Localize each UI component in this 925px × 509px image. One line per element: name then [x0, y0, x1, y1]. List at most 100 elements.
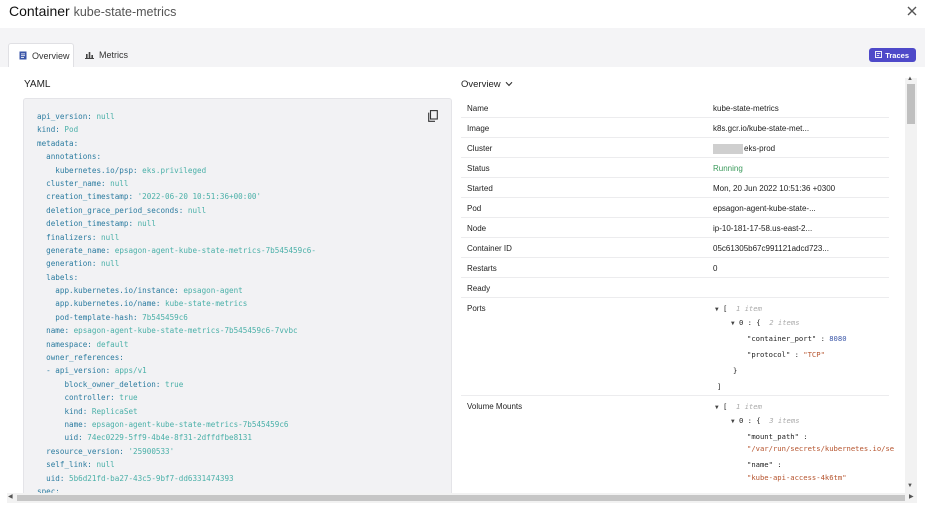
scroll-up-icon[interactable]: ▲ — [907, 76, 913, 82]
yaml-key: api_version: — [37, 112, 92, 121]
row-label: Node — [467, 224, 487, 233]
yaml-value: 74ec0229-5ff9-4b4e-8f31-2dffdfbe8131 — [82, 433, 252, 443]
yaml-indent — [37, 433, 64, 442]
cluster-value: eks-prod — [744, 144, 776, 154]
yaml-indent — [37, 286, 55, 295]
copy-icon[interactable] — [428, 109, 438, 127]
yaml-key: app.kubernetes.io/instance: — [55, 286, 179, 296]
yaml-value: null — [91, 112, 115, 121]
yaml-line: annotations: — [37, 150, 316, 163]
title-name: kube-state-metrics — [73, 5, 177, 19]
row-value: 0 — [713, 264, 718, 273]
yaml-key: name: — [64, 419, 88, 429]
yaml-value: kube-state-metrics — [160, 299, 248, 309]
yaml-line: generate_name: epsagon-agent-kube-state-… — [37, 244, 316, 257]
volume-mounts-row: Volume Mounts ▼ [ 1 item ▼ 0 : { 3 items… — [461, 396, 894, 506]
tab-metrics[interactable]: Metrics — [75, 43, 138, 67]
yaml-value: true — [114, 393, 138, 403]
yaml-indent — [37, 353, 46, 362]
yaml-indent: - — [37, 366, 56, 376]
vertical-scrollbar[interactable]: ▲ ▼ — [905, 76, 917, 494]
yaml-value: null — [96, 259, 120, 269]
yaml-key: finalizers: — [46, 232, 97, 242]
yaml-value: null — [105, 178, 129, 188]
volume-outer-toggle[interactable]: ▼ [ 1 item — [715, 400, 762, 414]
horizontal-scroll-thumb[interactable] — [17, 495, 905, 501]
yaml-line: controller: true — [37, 391, 316, 404]
json-bracket: ] — [717, 382, 722, 391]
yaml-key: generate_name: — [46, 245, 111, 255]
yaml-indent — [37, 259, 46, 268]
scroll-left-icon[interactable]: ◀ — [8, 493, 13, 500]
traces-button[interactable]: Traces — [869, 48, 916, 62]
yaml-line: generation: null — [37, 257, 316, 270]
yaml-line: kind: ReplicaSet — [37, 405, 316, 418]
scroll-right-icon[interactable]: ▶ — [909, 493, 914, 500]
yaml-key: name: — [46, 326, 70, 336]
yaml-line: finalizers: null — [37, 231, 316, 244]
row-value: 05c61305b67c991121adcd723... — [713, 244, 829, 253]
volume-item-toggle[interactable]: ▼ 0 : { 3 items — [731, 414, 800, 428]
yaml-line: cluster_name: null — [37, 177, 316, 190]
yaml-value: null — [91, 460, 115, 470]
yaml-line: self_link: null — [37, 458, 316, 471]
ports-outer-toggle[interactable]: ▼ [ 1 item — [715, 302, 762, 316]
caret-down-icon: ▼ — [731, 320, 735, 327]
yaml-indent — [37, 166, 55, 175]
tab-overview[interactable]: Overview — [8, 43, 74, 67]
json-entry: "protocol" : "TCP" — [747, 350, 825, 359]
yaml-key: annotations: — [46, 152, 102, 162]
yaml-indent — [37, 206, 46, 215]
yaml-key: namespace: — [46, 339, 92, 349]
yaml-indent — [37, 219, 46, 228]
yaml-value: Pod — [59, 125, 79, 135]
ports-item-toggle[interactable]: ▼ 0 : { 2 items — [731, 316, 800, 330]
close-icon[interactable] — [905, 4, 919, 18]
yaml-key: cluster_name: — [46, 178, 106, 188]
yaml-indent — [37, 407, 64, 416]
caret-down-icon: ▼ — [731, 418, 735, 425]
row-value: ip-10-181-17-58.us-east-2... — [713, 224, 813, 233]
yaml-value: epsagon-agent-kube-state-metrics-7b54545… — [69, 326, 298, 336]
table-row: Pod epsagon-agent-kube-state-... — [461, 198, 889, 218]
yaml-indent — [37, 233, 46, 242]
row-label: Status — [467, 164, 490, 173]
table-row: Status Running — [461, 158, 889, 178]
yaml-line: block_owner_deletion: true — [37, 378, 316, 391]
overview-header[interactable]: Overview — [461, 79, 513, 90]
table-row: Container ID 05c61305b67c991121adcd723..… — [461, 238, 889, 258]
status-badge: Running — [713, 164, 743, 173]
yaml-value: true — [160, 379, 184, 389]
yaml-indent — [37, 447, 46, 456]
yaml-key: deletion_timestamp: — [46, 219, 134, 229]
yaml-line: deletion_grace_period_seconds: null — [37, 204, 316, 217]
yaml-indent — [37, 474, 46, 483]
scroll-down-icon[interactable]: ▼ — [907, 483, 913, 489]
yaml-key: resource_version: — [46, 446, 124, 456]
yaml-line: labels: — [37, 271, 316, 284]
yaml-indent — [37, 246, 46, 255]
page-title: Container kube-state-metrics — [9, 3, 176, 19]
yaml-line: - api_version: apps/v1 — [37, 364, 316, 377]
yaml-indent — [37, 299, 55, 308]
horizontal-scrollbar[interactable]: ◀ ▶ — [7, 493, 917, 503]
bar-chart-icon — [85, 51, 94, 59]
yaml-line: app.kubernetes.io/instance: epsagon-agen… — [37, 284, 316, 297]
yaml-key: self_link: — [46, 460, 92, 470]
yaml-value: 5b6d21fd-ba27-43c5-9bf7-dd6331474393 — [64, 473, 234, 483]
yaml-indent — [37, 313, 55, 322]
row-value: epsagon-agent-kube-state-... — [713, 204, 816, 213]
yaml-value: eks.privileged — [137, 165, 207, 175]
yaml-key: app.kubernetes.io/name: — [55, 299, 161, 309]
json-value: "kube-api-access-4k6tm" — [747, 473, 847, 482]
yaml-key: pod-template-hash: — [55, 312, 138, 322]
yaml-value: null — [183, 205, 207, 215]
yaml-line: name: epsagon-agent-kube-state-metrics-7… — [37, 418, 316, 431]
yaml-line: creation_timestamp: '2022-06-20 10:51:36… — [37, 190, 316, 203]
yaml-line: kind: Pod — [37, 123, 316, 136]
yaml-line: name: epsagon-agent-kube-state-metrics-7… — [37, 324, 316, 337]
row-label: Volume Mounts — [467, 402, 523, 411]
yaml-indent — [37, 152, 46, 161]
vertical-scroll-thumb[interactable] — [907, 84, 915, 124]
json-value: "/var/run/secrets/kubernetes.io/se — [747, 444, 895, 453]
